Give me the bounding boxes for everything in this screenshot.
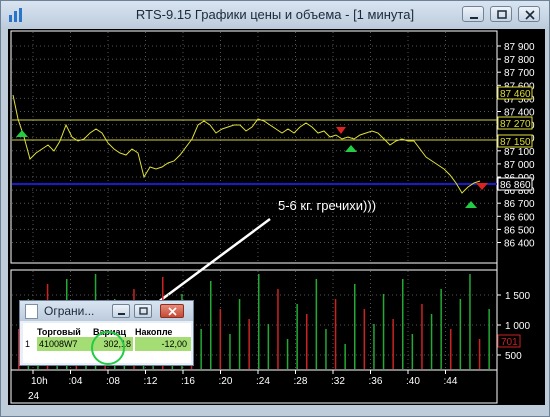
volume-bar [238,299,241,369]
price-axis-label: 86 600 [504,212,535,223]
volume-axis-label: 1 500 [505,291,530,302]
volume-bar [402,279,404,369]
annotation-text: 5-6 кг. гречихи))) [278,198,376,213]
accumulated-cell: -12,00 [135,337,191,351]
time-axis-label: :36 [369,376,383,387]
orders-window-title: Ограни... [44,304,95,318]
volume-bar [373,324,375,369]
restore-icon [139,307,148,315]
price-axis-label: 87 700 [504,68,535,79]
restore-button[interactable] [490,6,512,22]
time-axis-label: :12 [144,376,158,387]
buy-marker [345,145,357,152]
orders-close-button[interactable] [160,304,184,318]
price-tag-mid-low-text: 87 150 [500,137,531,148]
volume-bar [200,329,202,369]
time-day-label: 24 [28,391,40,402]
volume-bar [450,329,452,369]
volume-bar [430,314,433,369]
time-axis-label: 10h [31,376,48,387]
price-line [12,94,481,194]
volume-bar [354,284,356,369]
time-axis-label: :16 [181,376,195,387]
price-tag-upper-text: 87 460 [500,89,531,100]
buy-marker [16,130,28,137]
volume-axis-label: 1 000 [505,321,530,332]
volume-bar [440,289,442,369]
volume-bar [325,329,327,369]
volume-bar [421,304,423,369]
price-axis-label: 86 700 [504,199,535,210]
price-axis-label: 87 900 [504,42,535,53]
price-axis-label: 86 400 [504,239,535,250]
volume-bar [296,304,298,369]
document-icon [25,304,38,319]
time-axis-label: :28 [294,376,308,387]
time-axis-label: :08 [106,376,120,387]
volume-bar [488,309,490,369]
orders-table: Торговый Вариац Накопле 1 41008W7 302,18… [23,323,191,363]
time-axis-label: :32 [331,376,345,387]
time-axis-label: :20 [219,376,233,387]
volume-bar [392,319,394,369]
price-axis-label: 87 000 [504,160,535,171]
restore-icon [497,10,507,19]
close-icon [168,307,177,316]
volume-bar [210,281,212,369]
orders-restore-button[interactable] [134,304,152,318]
orders-window[interactable]: Ограни... Торговый Вариац Накопле 1 4100… [19,300,194,366]
volume-bar [382,294,385,369]
price-axis-label: 86 500 [504,225,535,236]
title-bar[interactable]: RTS-9.15 Графики цены и объема - [1 мину… [1,1,549,29]
volume-bar [229,334,231,369]
volume-bar [267,324,270,369]
volume-tag-current-text: 701 [501,337,518,348]
volume-bar [286,339,289,369]
time-axis-frame [10,369,498,404]
volume-bar [478,339,481,369]
orders-minimize-button[interactable] [112,304,130,318]
volume-bar [334,299,337,369]
volume-bar [469,274,471,369]
sell-marker [476,183,488,190]
volume-bar [219,309,222,369]
time-axis-label: :24 [256,376,270,387]
volume-bar [258,274,260,369]
price-tag-mid-high-text: 87 270 [500,119,531,130]
close-icon [525,10,535,20]
volume-bar [306,314,308,369]
minimize-icon [118,313,125,315]
time-axis-label: :04 [69,376,83,387]
price-axis-label: 87 800 [504,55,535,66]
minimize-icon [470,17,478,19]
main-window: RTS-9.15 Графики цены и объема - [1 мину… [0,0,550,417]
time-axis-label: :40 [406,376,420,387]
volume-bar [315,279,318,369]
price-panel-frame [10,30,498,264]
volume-bar [411,334,414,369]
minimize-button[interactable] [462,6,484,22]
account-cell: 41008W7 [37,337,93,351]
volume-bar [459,299,462,369]
row-index: 1 [25,339,31,349]
volume-bar [344,344,346,369]
sell-marker [336,127,346,134]
time-axis-label: :44 [444,376,458,387]
price-tag-current-text: 86 860 [500,180,531,191]
orders-window-titlebar[interactable]: Ограни... [20,301,193,321]
volume-axis-label: 500 [505,351,522,362]
close-button[interactable] [518,6,540,22]
volume-bar [248,319,250,369]
price-axis-label: 87 100 [504,147,535,158]
variation-cell: 302,18 [93,337,133,351]
buy-marker [465,201,477,208]
volume-bar [363,309,366,369]
volume-bar [277,289,279,369]
